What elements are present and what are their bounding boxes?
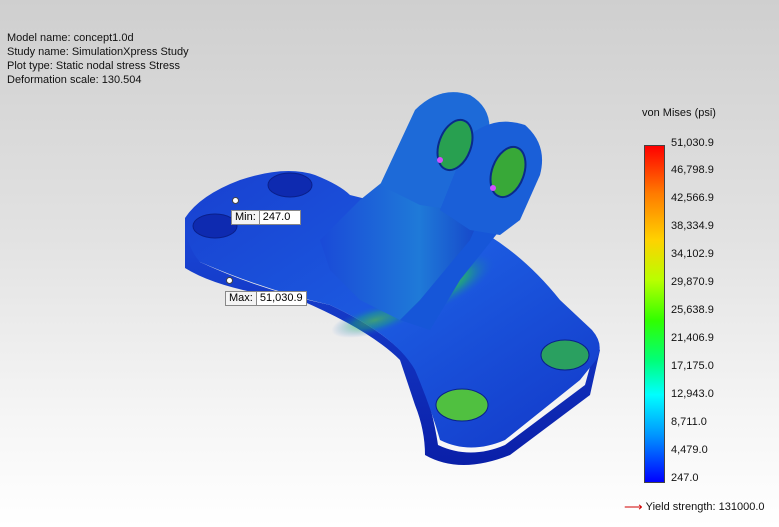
legend-tick: 21,406.9 [671, 332, 714, 344]
legend-tick: 42,566.9 [671, 192, 714, 204]
legend-tick: 8,711.0 [671, 416, 707, 428]
legend-title: von Mises (psi) [642, 107, 716, 119]
legend-tick: 4,479.0 [671, 444, 708, 456]
fixture-marker [437, 157, 443, 163]
max-probe-point [226, 277, 233, 284]
legend-tick: 247.0 [671, 472, 699, 484]
legend-tick: 38,334.9 [671, 220, 714, 232]
hole [435, 388, 489, 422]
min-probe[interactable]: Min: 247.0 [231, 210, 301, 225]
legend-tick: 51,030.9 [671, 137, 714, 149]
fixture-marker [490, 185, 496, 191]
legend-tick: 25,638.9 [671, 304, 714, 316]
viewport[interactable]: { "info": { "model": "Model name: concep… [0, 0, 779, 527]
hole [540, 339, 590, 371]
color-scale-bar [644, 145, 665, 483]
yield-strength: ⟶ Yield strength: 131000.0 [624, 499, 765, 515]
max-probe[interactable]: Max: 51,030.9 [225, 291, 307, 306]
yield-strength-label: Yield strength: 131000.0 [645, 501, 765, 513]
min-probe-label: Min: [231, 210, 260, 225]
min-probe-value: 247.0 [259, 210, 301, 225]
legend-tick: 12,943.0 [671, 388, 714, 400]
legend-tick: 34,102.9 [671, 248, 714, 260]
max-probe-value: 51,030.9 [256, 291, 307, 306]
hole [267, 172, 313, 198]
legend-tick: 29,870.9 [671, 276, 714, 288]
min-probe-point [232, 197, 239, 204]
legend-tick: 17,175.0 [671, 360, 714, 372]
max-probe-label: Max: [225, 291, 257, 306]
legend-tick: 46,798.9 [671, 164, 714, 176]
red-arrow-icon: ⟶ [624, 499, 643, 514]
